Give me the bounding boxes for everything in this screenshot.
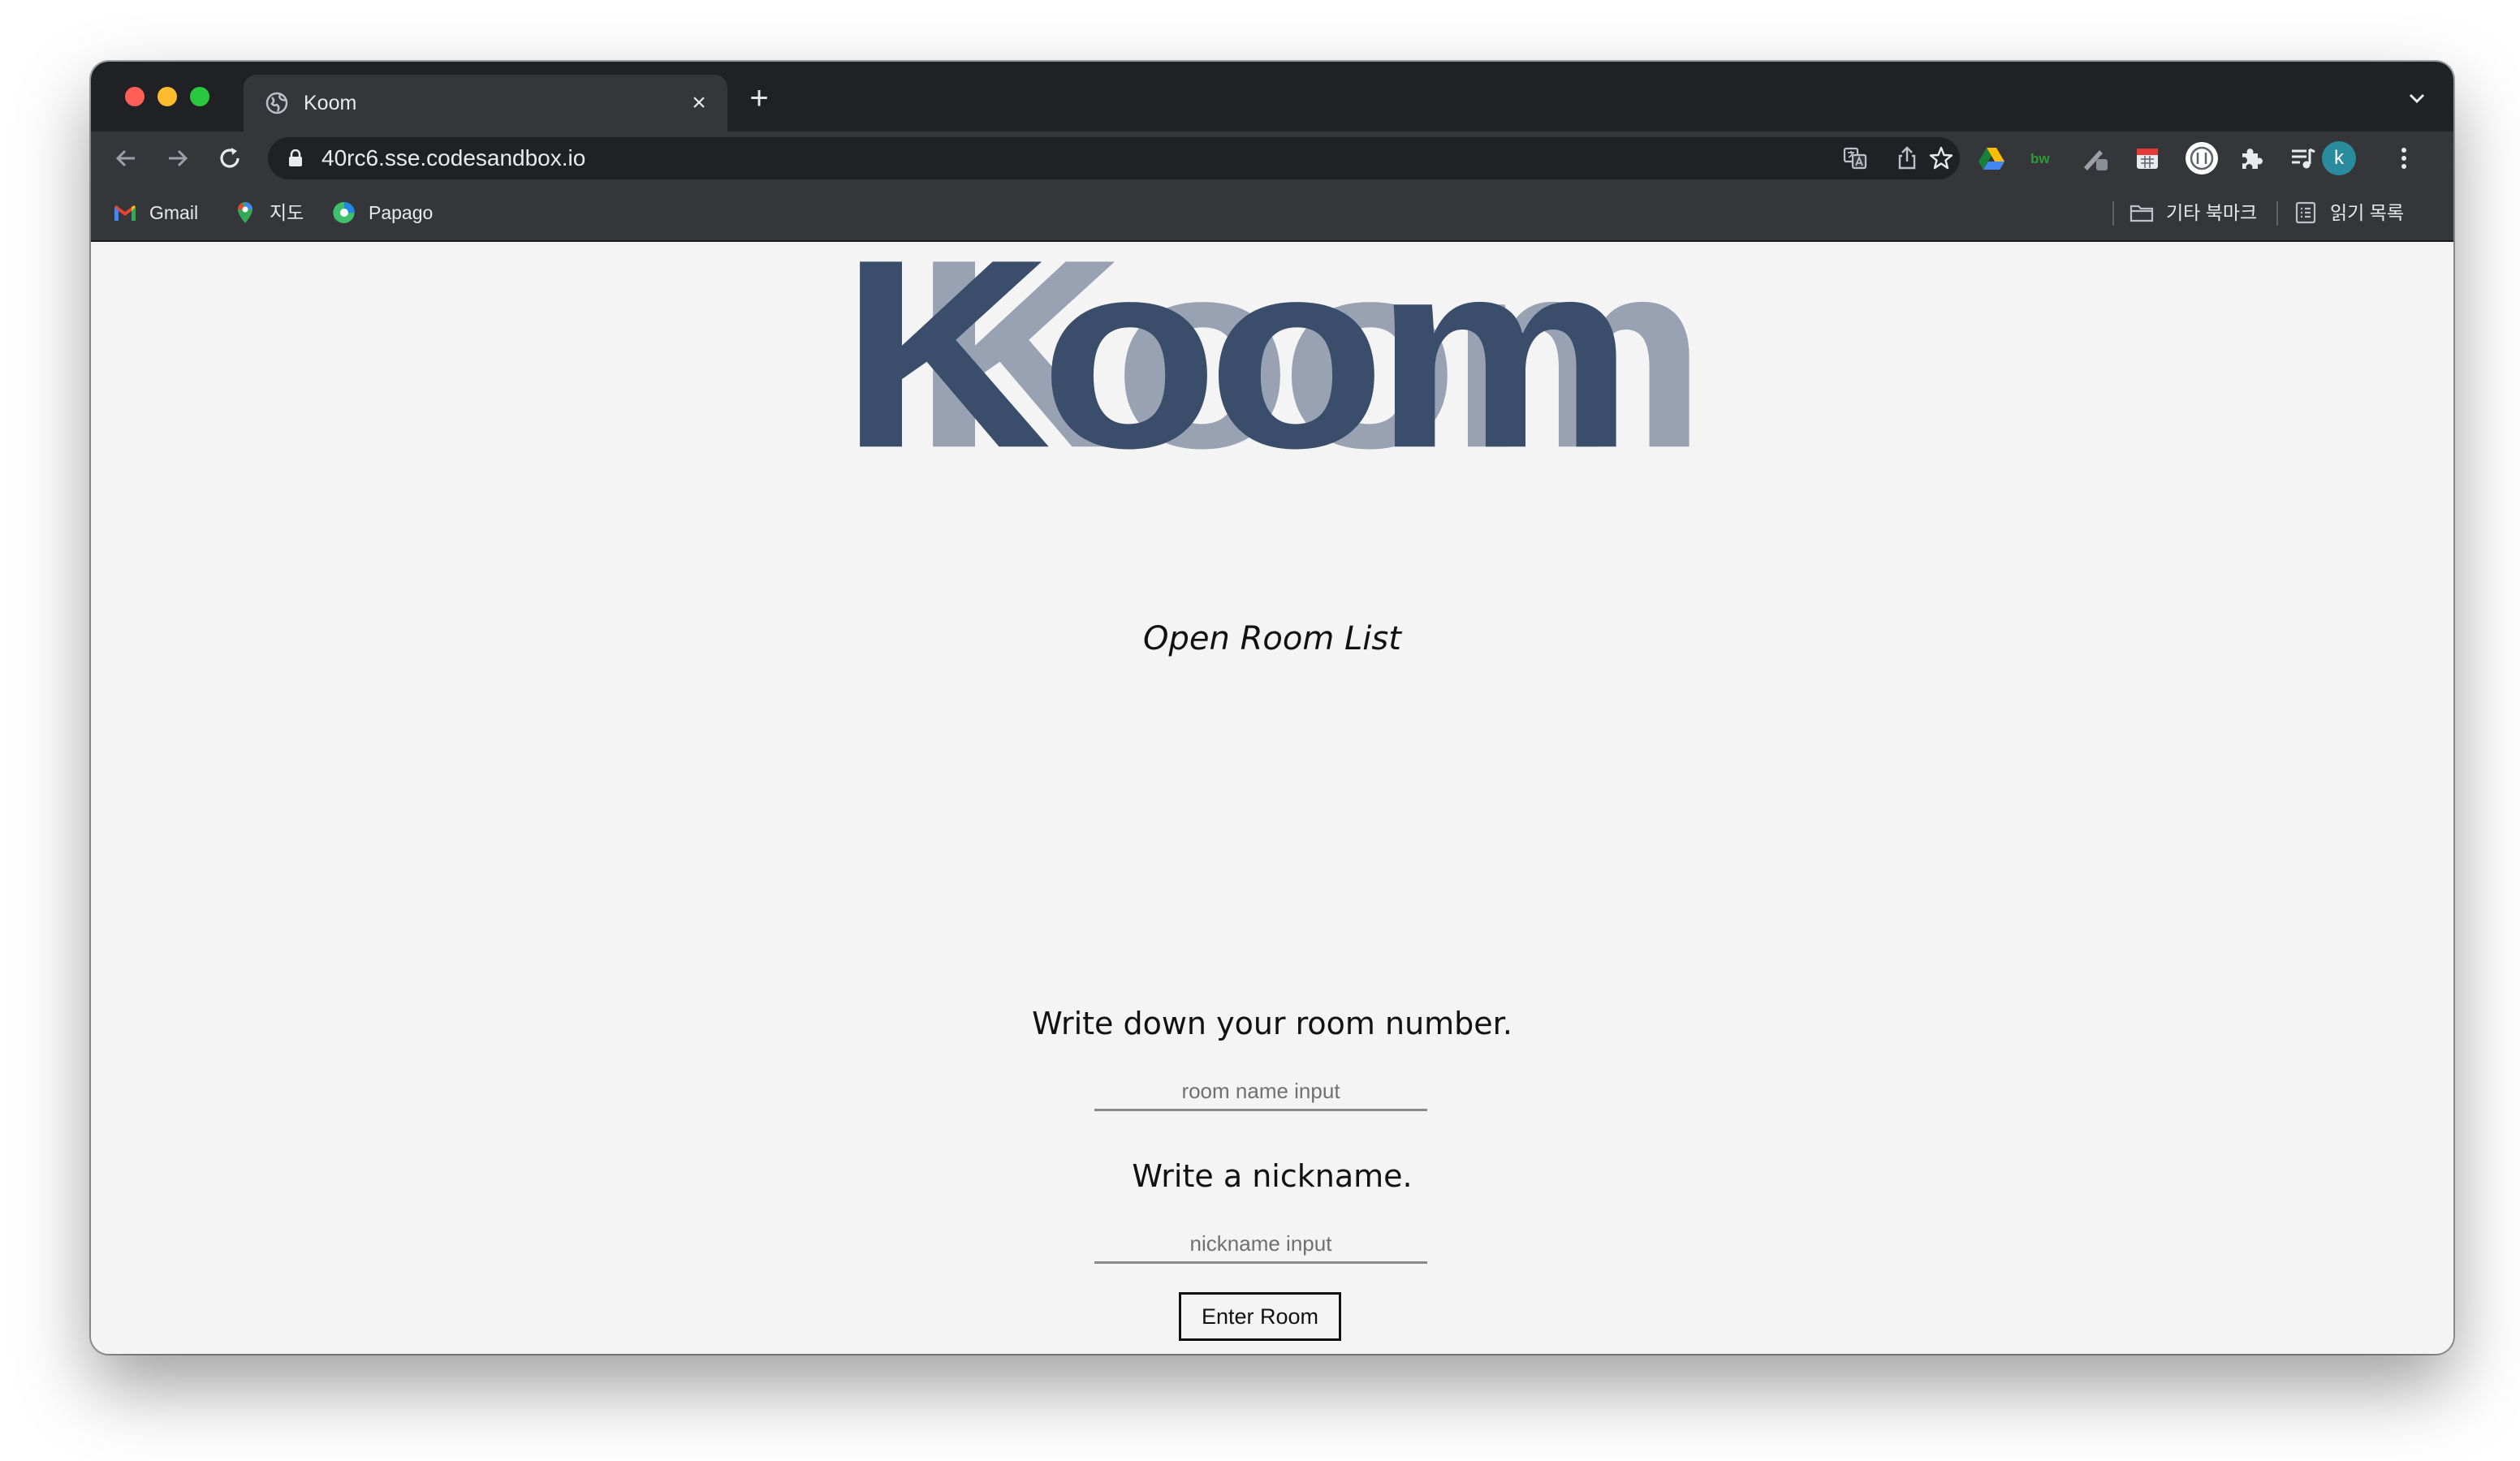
share-icon[interactable]	[1893, 144, 1921, 172]
other-bookmarks-label: 기타 북마크	[2166, 202, 2258, 223]
papago-icon	[333, 201, 355, 224]
reading-list-label: 읽기 목록	[2330, 202, 2405, 223]
bookmark-gmail[interactable]: Gmail	[112, 200, 198, 226]
tab-close-icon[interactable]: ×	[685, 89, 713, 117]
room-prompt: Write down your room number.	[1032, 1006, 1512, 1041]
chevron-down-icon[interactable]	[2405, 86, 2429, 110]
bookmark-papago[interactable]: Papago	[331, 200, 433, 226]
lock-icon	[289, 149, 302, 166]
nickname-prompt: Write a nickname.	[1132, 1158, 1413, 1194]
more-menu-icon[interactable]	[2388, 143, 2419, 174]
window-close-button[interactable]	[125, 87, 145, 106]
reading-list[interactable]: 읽기 목록	[2293, 200, 2404, 226]
bw-extension-icon[interactable]: bw	[2028, 143, 2059, 174]
nickname-input[interactable]	[1094, 1226, 1427, 1264]
back-arrow-icon[interactable]	[110, 143, 141, 174]
room-name-input[interactable]	[1094, 1073, 1427, 1111]
window-maximize-button[interactable]	[190, 87, 209, 106]
pen-extension-icon[interactable]	[2080, 143, 2111, 174]
svg-text:bw: bw	[2030, 151, 2050, 166]
gmail-icon	[114, 205, 136, 221]
room-list-title: Open Room List	[1143, 620, 1401, 657]
bookmarks-divider	[2112, 201, 2114, 226]
window-minimize-button[interactable]	[158, 87, 177, 106]
room-list	[903, 680, 1642, 989]
maps-icon	[238, 202, 252, 223]
toolbar: 40rc6.sse.codesandbox.io bw k	[91, 131, 2453, 185]
new-tab-button[interactable]: +	[744, 82, 775, 114]
tab-koom[interactable]: Koom ×	[244, 75, 727, 131]
calendar-extension-icon[interactable]	[2132, 143, 2163, 174]
folder-icon	[2129, 205, 2154, 222]
bookmark-label: Gmail	[149, 202, 199, 223]
bookmark-maps[interactable]: 지도	[232, 200, 304, 226]
tab-strip: Koom × +	[91, 62, 2453, 131]
logo-text: Koom	[840, 204, 1634, 505]
koom-logo: Koom Koom	[91, 204, 2453, 505]
page-content: Koom Koom Open Room List Write down your…	[91, 204, 2453, 1354]
enter-room-button[interactable]: Enter Room	[1179, 1292, 1341, 1341]
bookmark-label: Papago	[369, 202, 434, 223]
media-control-icon[interactable]	[2288, 143, 2319, 174]
reading-list-icon	[2295, 201, 2316, 224]
url-text: 40rc6.sse.codesandbox.io	[321, 145, 586, 170]
circle-extension-icon[interactable]	[2184, 140, 2220, 176]
forward-arrow-icon[interactable]	[162, 143, 193, 174]
star-icon[interactable]	[1927, 144, 1955, 172]
tab-title: Koom	[304, 92, 357, 114]
browser-window: Koom × + 40rc6.sse.codesandbox.io bw k G…	[91, 62, 2453, 1354]
other-bookmarks-folder[interactable]: 기타 북마크	[2129, 200, 2257, 226]
address-bar[interactable]: 40rc6.sse.codesandbox.io	[268, 137, 1960, 179]
bookmarks-divider	[2276, 201, 2278, 226]
google-drive-icon[interactable]	[1976, 143, 2007, 174]
bookmark-label: 지도	[270, 202, 304, 223]
puzzle-icon[interactable]	[2236, 143, 2267, 174]
translate-icon[interactable]	[1841, 144, 1869, 172]
profile-avatar[interactable]: k	[2322, 141, 2356, 175]
globe-icon	[265, 92, 288, 114]
reload-icon[interactable]	[214, 143, 245, 174]
